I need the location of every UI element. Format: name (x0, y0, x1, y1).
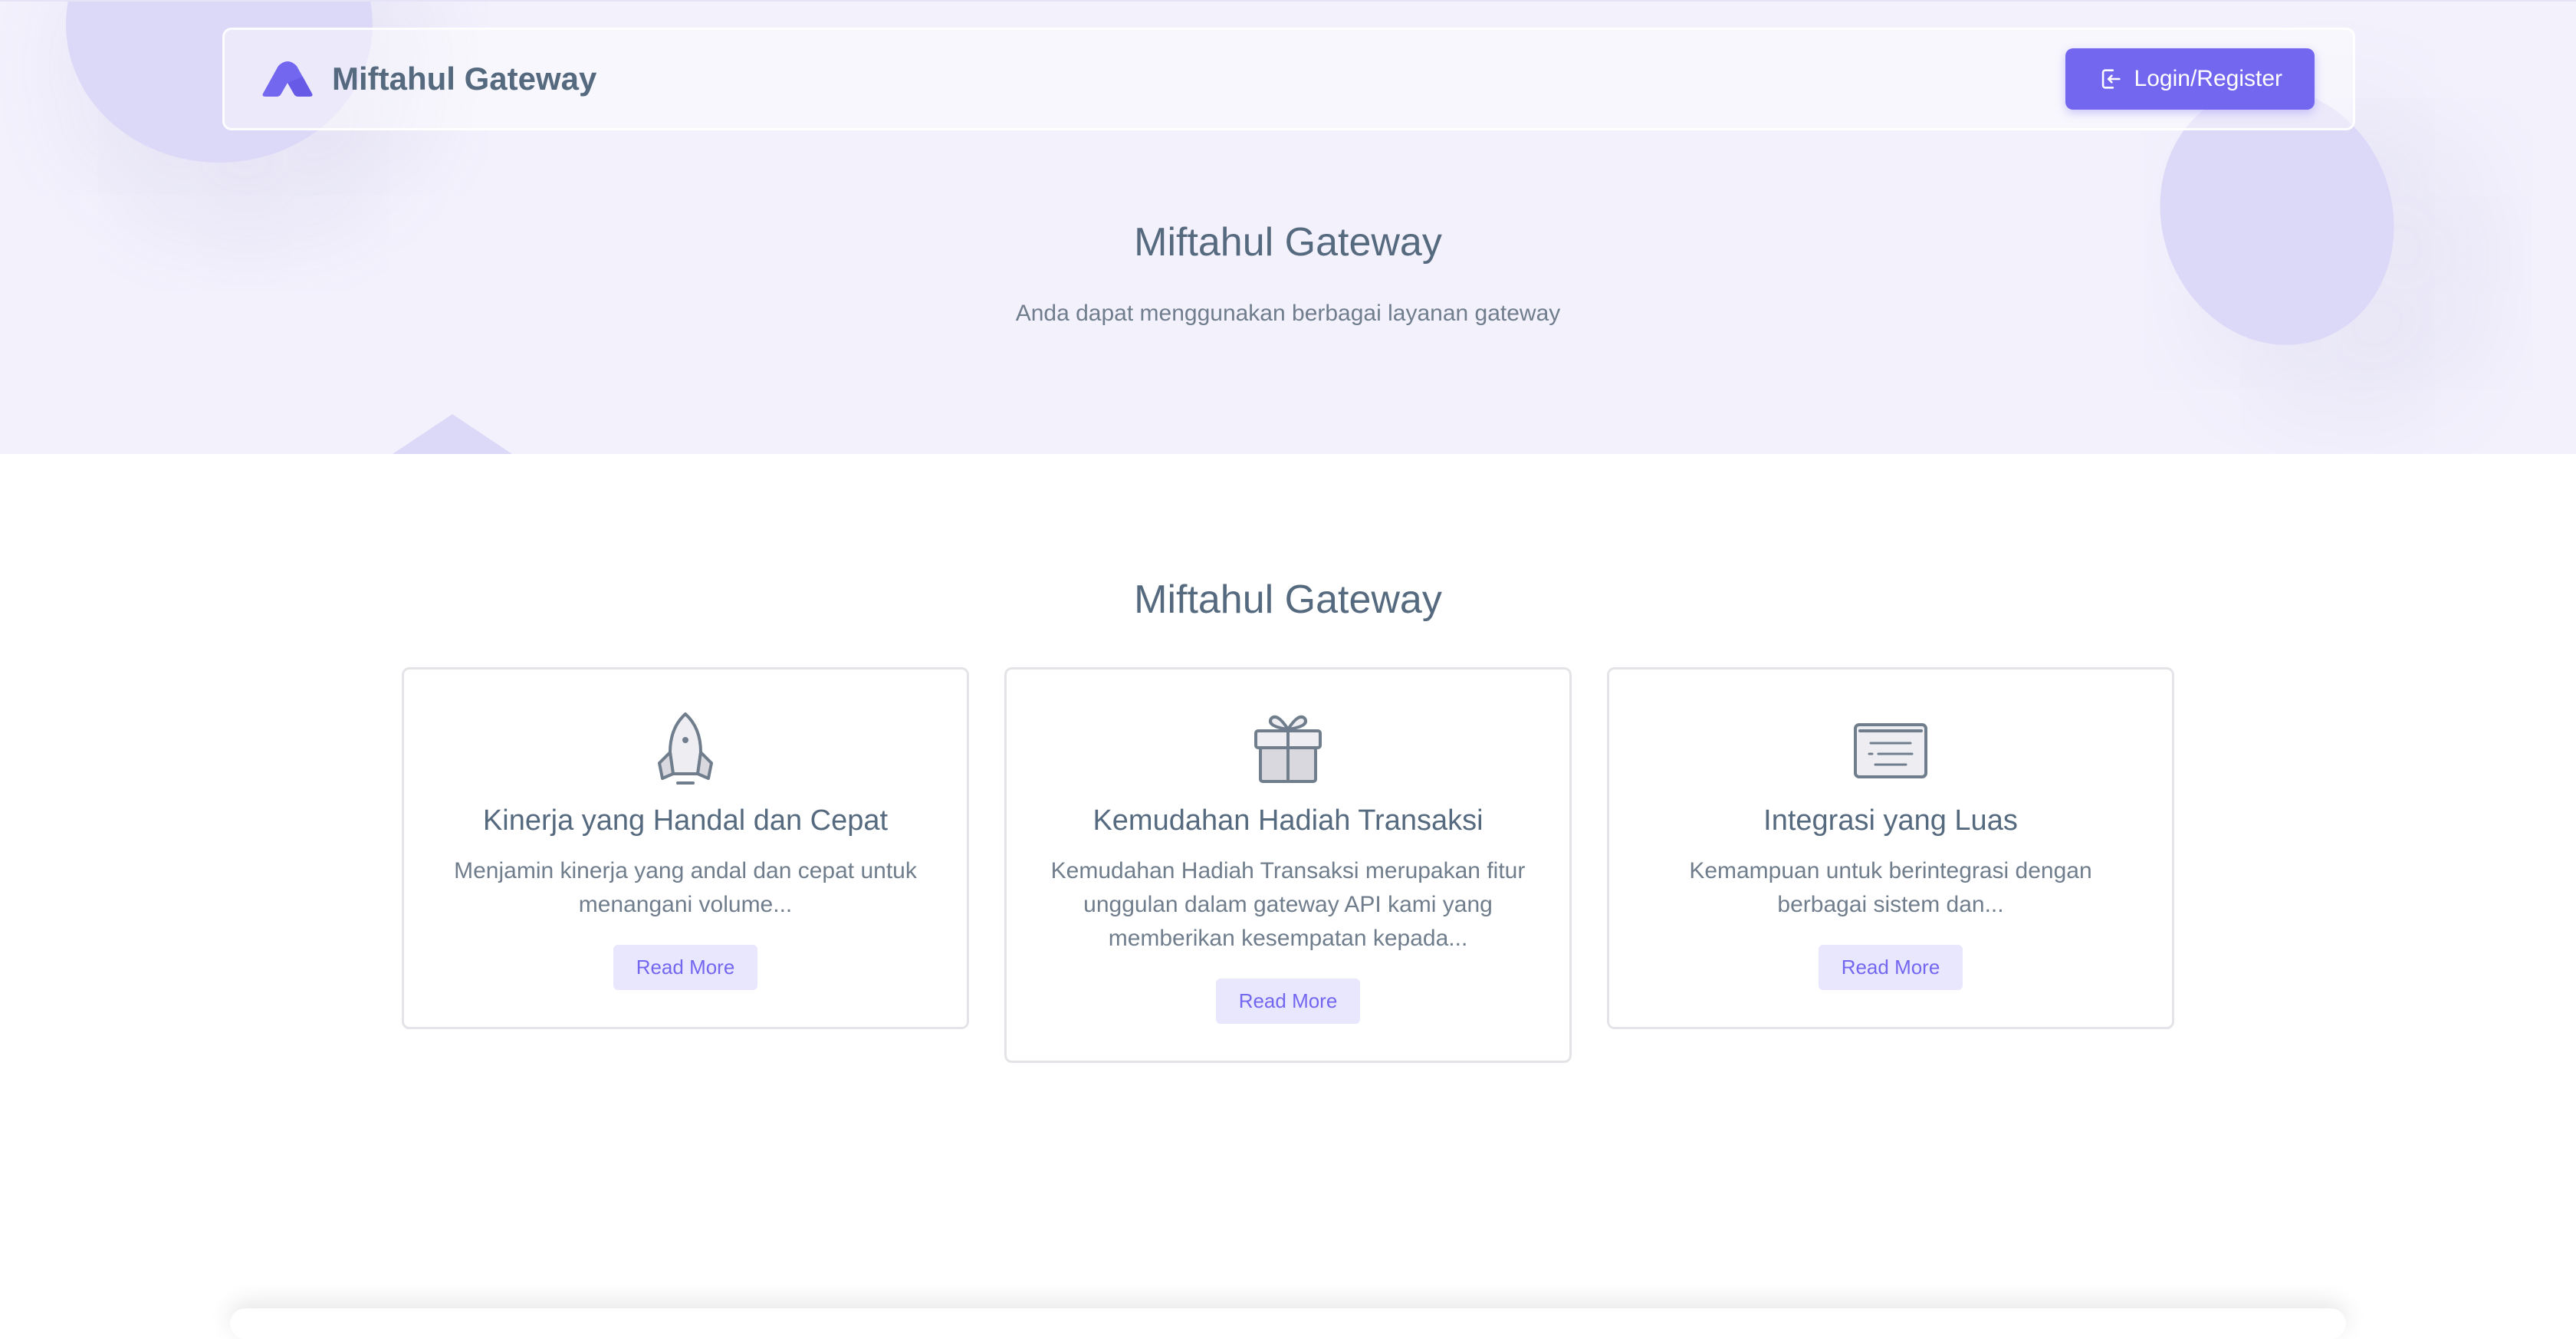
feature-card: Kinerja yang Handal dan Cepat Menjamin k… (402, 667, 969, 1029)
card-description: Kemudahan Hadiah Transaksi merupakan fit… (1050, 858, 1526, 951)
gift-icon (1254, 715, 1322, 783)
hero-subtitle: Anda dapat menggunakan berbagai layanan … (1015, 301, 1561, 326)
login-icon (2101, 69, 2121, 89)
read-more-button[interactable]: Read More (613, 945, 758, 990)
footer-edge (230, 1308, 2346, 1339)
card-title: Integrasi yang Luas (1763, 804, 2018, 837)
login-register-button[interactable]: Login/Register (2065, 48, 2315, 110)
brand-name: Miftahul Gateway (332, 61, 597, 97)
card-description: Kemampuan untuk berintegrasi dengan berb… (1689, 858, 2092, 917)
read-more-button[interactable]: Read More (1818, 945, 1963, 990)
decorative-triangle (383, 414, 521, 454)
card-title: Kinerja yang Handal dan Cepat (482, 804, 889, 837)
features-title: Miftahul Gateway (1134, 577, 1442, 622)
card-title: Kemudahan Hadiah Transaksi (1092, 804, 1484, 837)
login-register-label: Login/Register (2134, 66, 2282, 91)
rocket-icon (658, 712, 713, 785)
read-more-button[interactable]: Read More (1215, 979, 1361, 1024)
feature-card: Integrasi yang Luas Kemampuan untuk beri… (1607, 667, 2174, 1029)
navbar: Miftahul Gateway Login/Register (222, 28, 2355, 130)
logo-icon (262, 61, 313, 97)
brand[interactable]: Miftahul Gateway (260, 60, 596, 98)
hero-section: Miftahul Gateway Login/Register Miftahul… (0, 0, 2576, 454)
keyboard-icon (1854, 723, 1927, 778)
hero-title: Miftahul Gateway (1134, 220, 1442, 265)
card-description: Menjamin kinerja yang andal dan cepat un… (454, 858, 917, 917)
feature-card: Kemudahan Hadiah Transaksi Kemudahan Had… (1004, 667, 1572, 1063)
